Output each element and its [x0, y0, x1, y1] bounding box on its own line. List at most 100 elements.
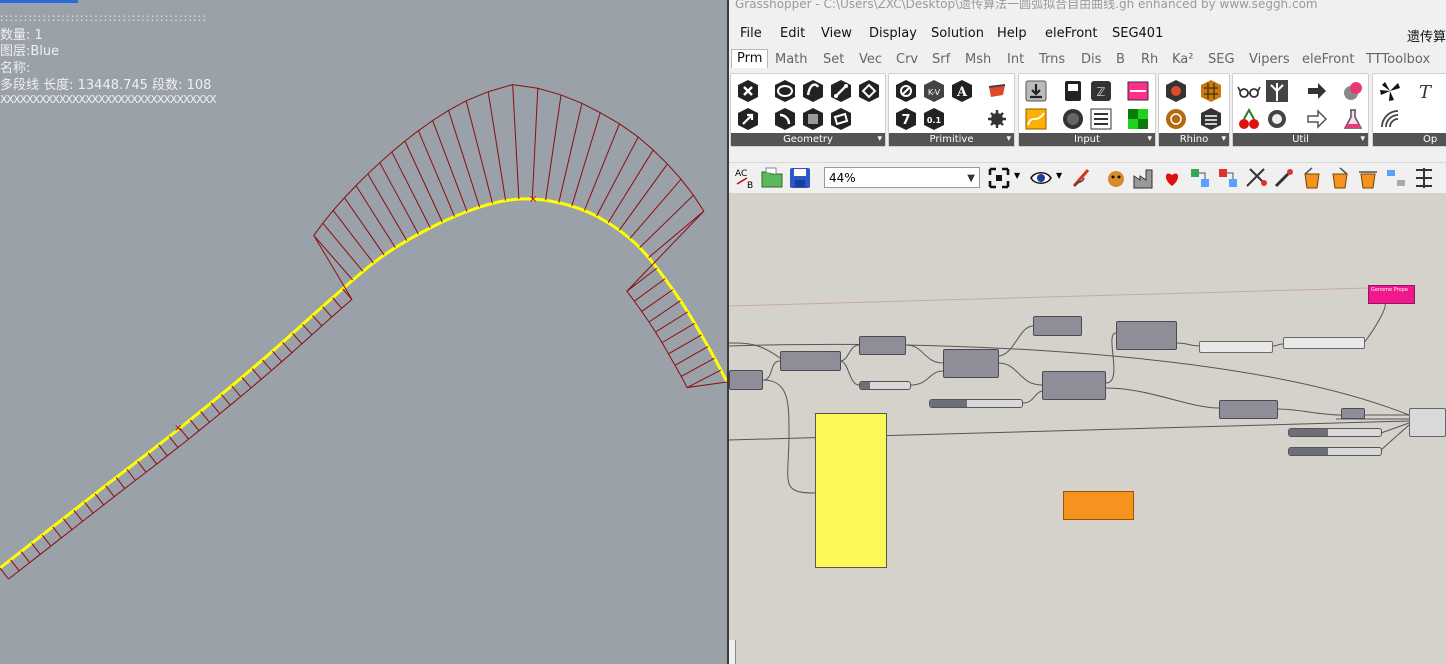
toggle-input-icon[interactable] — [1061, 79, 1085, 103]
yellow-panel[interactable] — [815, 413, 887, 568]
menu-view[interactable]: View — [821, 26, 852, 41]
pin-heart-icon[interactable] — [1160, 166, 1184, 190]
tab-math[interactable]: Math — [775, 52, 808, 67]
zoom-select[interactable]: 44% ▼ — [824, 167, 980, 188]
menu-edit[interactable]: Edit — [780, 26, 805, 41]
data-dam-icon[interactable] — [1341, 79, 1365, 103]
gh-component[interactable] — [1033, 316, 1082, 336]
rhino-geometry-icon[interactable] — [1164, 79, 1188, 103]
tab-tttoolbox[interactable]: TTToolbox — [1366, 52, 1430, 67]
menu-help[interactable]: Help — [997, 26, 1027, 41]
gh-panel[interactable] — [1283, 337, 1365, 349]
value-list-icon[interactable] — [1089, 107, 1113, 131]
number-slider-icon[interactable]: ℤ — [1089, 79, 1113, 103]
gh-component[interactable] — [1042, 371, 1106, 400]
gh-component[interactable] — [943, 349, 999, 378]
panel-label-geometry[interactable]: Geometry ▾ — [731, 133, 885, 146]
distribute-icon[interactable] — [1412, 166, 1436, 190]
boolean-param-icon[interactable] — [894, 79, 918, 103]
gh-number-slider[interactable] — [1288, 447, 1382, 456]
genome-properties-component[interactable]: Genome Prope — [1368, 285, 1415, 304]
colour-param-icon[interactable] — [985, 79, 1009, 103]
button-input-icon[interactable] — [1061, 107, 1085, 131]
geometry-hex-icon[interactable] — [736, 79, 760, 103]
gh-component[interactable] — [1219, 400, 1278, 419]
menu-solution[interactable]: Solution — [931, 26, 984, 41]
chevron-down-icon[interactable]: ▼ — [1056, 171, 1062, 180]
glasses-icon[interactable] — [1237, 79, 1261, 103]
tab-ka2[interactable]: Ka² — [1172, 52, 1193, 67]
panel-label-op[interactable]: Op — [1373, 133, 1446, 146]
integer-param-icon[interactable]: 7 — [894, 107, 918, 131]
wire-tool-icon[interactable] — [1244, 166, 1268, 190]
colour-swatch-icon[interactable] — [1126, 107, 1150, 131]
arc-param-icon[interactable] — [773, 107, 797, 131]
sketch-pen-icon[interactable] — [1070, 166, 1094, 190]
gh-component[interactable] — [1341, 408, 1365, 419]
tab-elefront[interactable]: eleFront — [1302, 52, 1355, 67]
bucket-orange-3-icon[interactable] — [1356, 166, 1380, 190]
arrow-right-icon[interactable] — [1305, 79, 1329, 103]
vector-param-icon[interactable] — [736, 107, 760, 131]
tab-int[interactable]: Int — [1007, 52, 1024, 67]
canvas-scrollbar[interactable] — [729, 640, 736, 664]
gh-panel[interactable] — [1199, 341, 1273, 353]
tab-seg[interactable]: SEG — [1208, 52, 1235, 67]
gh-component[interactable] — [859, 336, 906, 355]
save-file-icon[interactable] — [788, 166, 812, 190]
menu-file[interactable]: File — [740, 26, 762, 41]
mesh-param-icon[interactable] — [801, 107, 825, 131]
tab-prm[interactable]: Prm — [731, 49, 769, 68]
panel-label-util[interactable]: Util ▾ — [1233, 133, 1368, 146]
menu-seg401[interactable]: SEG401 — [1112, 26, 1163, 41]
tree-icon[interactable] — [1265, 79, 1289, 103]
cherry-icon[interactable] — [1237, 107, 1261, 131]
line-param-icon[interactable] — [829, 79, 853, 103]
bucket-orange-icon[interactable] — [1300, 166, 1324, 190]
plane-param-icon[interactable] — [857, 79, 881, 103]
gh-number-slider[interactable] — [929, 399, 1023, 408]
zoom-extents-icon[interactable] — [987, 166, 1011, 190]
text-tool-icon[interactable]: T — [1413, 79, 1437, 103]
gh-component[interactable] — [780, 351, 841, 371]
tab-rh[interactable]: Rh — [1141, 52, 1158, 67]
tab-trns[interactable]: Trns — [1039, 52, 1065, 67]
factory-icon[interactable] — [1132, 166, 1156, 190]
flask-icon[interactable] — [1341, 107, 1365, 131]
gh-canvas[interactable]: Genome Prope — [729, 193, 1446, 664]
align-icon[interactable] — [1384, 166, 1408, 190]
panel-label-input[interactable]: Input ▾ — [1019, 133, 1155, 146]
orange-group[interactable] — [1063, 491, 1134, 520]
surface-param-icon[interactable] — [829, 107, 853, 131]
chevron-down-icon[interactable]: ▼ — [1014, 171, 1020, 180]
download-input-icon[interactable] — [1024, 79, 1048, 103]
wifi-icon[interactable] — [1378, 107, 1402, 131]
tab-b[interactable]: B — [1116, 52, 1125, 67]
rhino-viewport[interactable]: × × :::::::::::::::::::::::::::::::::::::… — [0, 0, 727, 664]
wand-icon[interactable] — [1272, 166, 1296, 190]
galapagos-solver[interactable] — [1409, 408, 1446, 437]
tab-set[interactable]: Set — [823, 52, 844, 67]
circle-param-icon[interactable] — [773, 79, 797, 103]
rhino-pattern-icon[interactable] — [1199, 79, 1223, 103]
menu-display[interactable]: Display — [869, 26, 917, 41]
cluster-green-icon[interactable] — [1188, 166, 1212, 190]
gear-param-icon[interactable] — [985, 107, 1009, 131]
tab-vipers[interactable]: Vipers — [1249, 52, 1290, 67]
tab-srf[interactable]: Srf — [932, 52, 950, 67]
fitted-curve[interactable] — [0, 197, 727, 570]
ring-icon[interactable] — [1265, 107, 1289, 131]
tab-dis[interactable]: Dis — [1081, 52, 1101, 67]
text-param-icon[interactable]: A — [950, 79, 974, 103]
cluster-red-icon[interactable] — [1216, 166, 1240, 190]
tab-msh[interactable]: Msh — [965, 52, 991, 67]
fan-icon[interactable] — [1378, 79, 1402, 103]
bucket-orange-2-icon[interactable] — [1328, 166, 1352, 190]
tab-vec[interactable]: Vec — [859, 52, 882, 67]
panel-label-rhino[interactable]: Rhino ▾ — [1159, 133, 1229, 146]
rhino-spiral-icon[interactable] — [1164, 107, 1188, 131]
arrow-right-outline-icon[interactable] — [1305, 107, 1329, 131]
tab-crv[interactable]: Crv — [896, 52, 918, 67]
number-param-icon[interactable]: 0.1 — [922, 107, 946, 131]
graph-mapper-icon[interactable] — [1024, 107, 1048, 131]
